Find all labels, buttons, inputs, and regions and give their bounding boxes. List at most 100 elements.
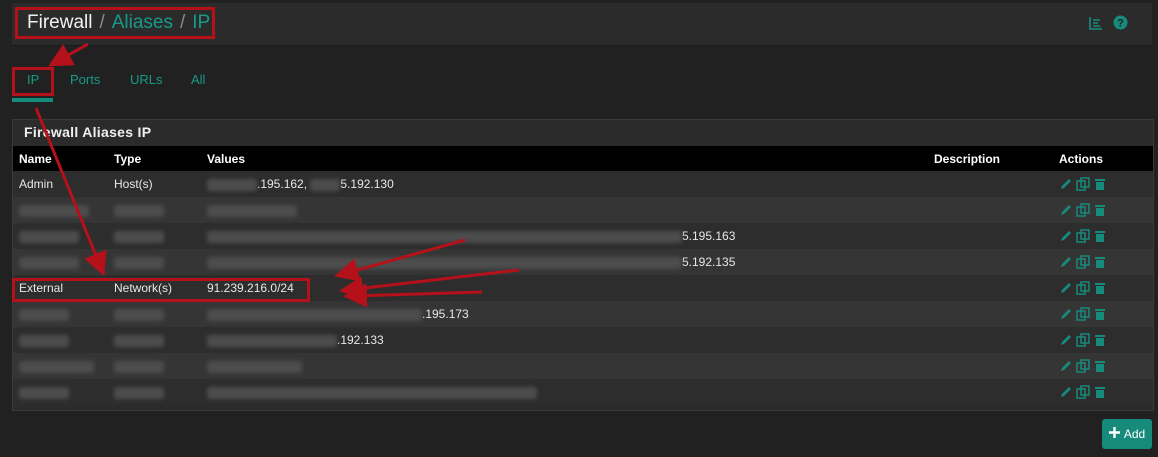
- table-row[interactable]: Admin Host(s) .195.162, 5.192.130: [13, 171, 1153, 197]
- cell-name: [13, 197, 108, 223]
- edit-icon[interactable]: [1059, 359, 1073, 373]
- cell-name: [13, 301, 108, 327]
- edit-icon[interactable]: [1059, 177, 1073, 191]
- cell-type: [108, 353, 201, 379]
- copy-icon[interactable]: [1076, 229, 1090, 243]
- cell-description: [928, 301, 1053, 327]
- copy-icon[interactable]: [1076, 307, 1090, 321]
- table-row[interactable]: .192.133: [13, 327, 1153, 353]
- delete-icon[interactable]: [1093, 359, 1107, 373]
- delete-icon[interactable]: [1093, 385, 1107, 399]
- edit-icon[interactable]: [1059, 203, 1073, 217]
- delete-icon[interactable]: [1093, 177, 1107, 191]
- panel-title: Firewall Aliases IP: [24, 124, 152, 140]
- table-row[interactable]: [13, 379, 1153, 405]
- column-header-type[interactable]: Type: [108, 146, 201, 171]
- cell-description: [928, 171, 1053, 197]
- cell-description: [928, 249, 1053, 275]
- cell-actions: [1053, 171, 1153, 197]
- delete-icon[interactable]: [1093, 307, 1107, 321]
- add-alias-button[interactable]: Add: [1102, 419, 1152, 449]
- cell-name: [13, 379, 108, 405]
- cell-values: [201, 197, 928, 223]
- cell-type: [108, 301, 201, 327]
- edit-icon[interactable]: [1059, 385, 1073, 399]
- value-text: .195.162,: [257, 177, 308, 191]
- copy-icon[interactable]: [1076, 203, 1090, 217]
- copy-icon[interactable]: [1076, 385, 1090, 399]
- cell-description: [928, 327, 1053, 353]
- cell-type: [108, 249, 201, 275]
- cell-values: [201, 379, 928, 405]
- table-header-row: Name Type Values Description Actions: [13, 146, 1153, 171]
- cell-values: 91.239.216.0/24: [207, 281, 294, 295]
- cell-description: [928, 275, 1053, 301]
- tab-ports[interactable]: Ports: [70, 70, 100, 89]
- cell-actions: [1053, 197, 1153, 223]
- annotation-box-external-row: [12, 278, 310, 302]
- cell-values: [201, 353, 928, 379]
- copy-icon[interactable]: [1076, 177, 1090, 191]
- plus-icon: [1108, 427, 1120, 441]
- copy-icon[interactable]: [1076, 359, 1090, 373]
- copy-icon[interactable]: [1076, 333, 1090, 347]
- cell-description: [928, 379, 1053, 405]
- table-row[interactable]: [13, 353, 1153, 379]
- edit-icon[interactable]: [1059, 229, 1073, 243]
- tab-urls[interactable]: URLs: [130, 70, 163, 89]
- value-text: 5.192.130: [340, 177, 394, 191]
- copy-icon[interactable]: [1076, 281, 1090, 295]
- cell-values: .195.173: [201, 301, 928, 327]
- cell-name: Admin: [19, 177, 54, 191]
- table-row[interactable]: 5.192.135: [13, 249, 1153, 275]
- edit-icon[interactable]: [1059, 307, 1073, 321]
- annotation-box-ip-tab: [12, 67, 54, 96]
- cell-description: [928, 353, 1053, 379]
- column-header-values[interactable]: Values: [201, 146, 928, 171]
- cell-actions: [1053, 249, 1153, 275]
- edit-icon[interactable]: [1059, 255, 1073, 269]
- annotation-box-breadcrumb: [15, 7, 215, 39]
- edit-icon[interactable]: [1059, 281, 1073, 295]
- log-list-icon[interactable]: [1089, 16, 1103, 35]
- cell-values: 5.192.135: [201, 249, 928, 275]
- table-row[interactable]: 5.195.163: [13, 223, 1153, 249]
- add-button-label: Add: [1123, 427, 1146, 441]
- active-tab-indicator: [12, 98, 53, 102]
- table-row[interactable]: [13, 197, 1153, 223]
- cell-name: [13, 353, 108, 379]
- help-icon[interactable]: ?: [1113, 15, 1128, 35]
- value-text: 5.192.135: [682, 255, 736, 269]
- svg-text:?: ?: [1117, 18, 1124, 30]
- copy-icon[interactable]: [1076, 255, 1090, 269]
- cell-name: [13, 249, 108, 275]
- column-header-description[interactable]: Description: [928, 146, 1053, 171]
- value-text: 5.195.163: [682, 229, 736, 243]
- value-text: .195.173: [422, 307, 469, 321]
- cell-values: .195.162, 5.192.130: [201, 171, 928, 197]
- cell-actions: [1053, 353, 1153, 379]
- aliases-table: Name Type Values Description Actions Adm…: [13, 146, 1153, 405]
- cell-actions: [1053, 223, 1153, 249]
- cell-type: [108, 327, 201, 353]
- cell-actions: [1053, 301, 1153, 327]
- tab-all[interactable]: All: [191, 70, 205, 89]
- cell-description: [928, 223, 1053, 249]
- delete-icon[interactable]: [1093, 333, 1107, 347]
- delete-icon[interactable]: [1093, 229, 1107, 243]
- delete-icon[interactable]: [1093, 203, 1107, 217]
- cell-name: [13, 327, 108, 353]
- cell-description: [928, 197, 1053, 223]
- cell-type: Host(s): [114, 177, 153, 191]
- delete-icon[interactable]: [1093, 281, 1107, 295]
- cell-actions: [1053, 379, 1153, 405]
- table-row[interactable]: .195.173: [13, 301, 1153, 327]
- edit-icon[interactable]: [1059, 333, 1073, 347]
- cell-values: .192.133: [201, 327, 928, 353]
- column-header-name[interactable]: Name: [13, 146, 108, 171]
- aliases-panel: Firewall Aliases IP Name Type Values Des…: [12, 119, 1154, 411]
- cell-type: [108, 379, 201, 405]
- delete-icon[interactable]: [1093, 255, 1107, 269]
- cell-type: [108, 197, 201, 223]
- cell-type: [108, 223, 201, 249]
